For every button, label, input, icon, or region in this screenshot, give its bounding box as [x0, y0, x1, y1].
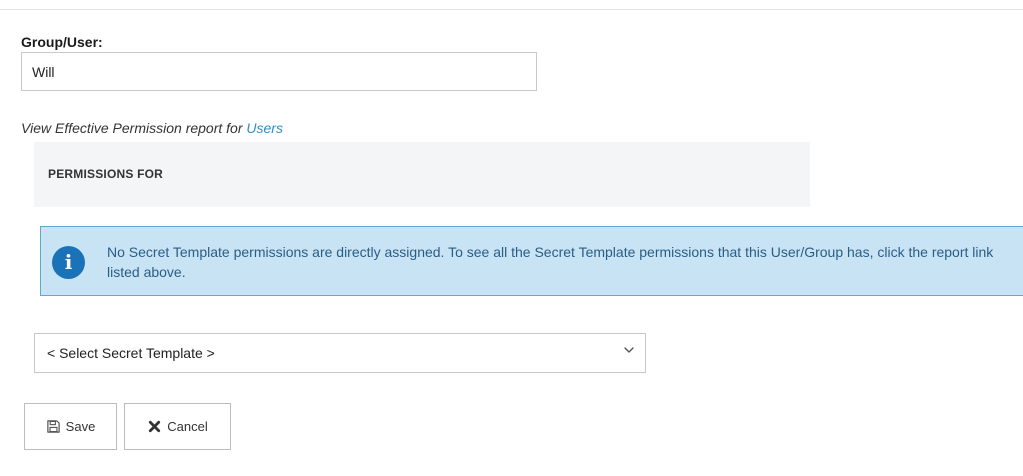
- permissions-page: Group/User: View Effective Permission re…: [0, 0, 1023, 476]
- top-divider: [0, 9, 1023, 10]
- permissions-heading: PERMISSIONS FOR: [48, 167, 164, 181]
- x-icon: [149, 420, 161, 433]
- report-prefix-text: View Effective Permission report for: [21, 120, 247, 136]
- save-button[interactable]: Save: [24, 403, 117, 450]
- cancel-button[interactable]: Cancel: [124, 403, 231, 450]
- chevron-down-icon: [624, 347, 634, 353]
- save-label: Save: [65, 419, 96, 434]
- floppy-disk-icon: [46, 420, 60, 433]
- permissions-panel: PERMISSIONS FOR: [34, 142, 810, 207]
- info-icon: i: [52, 246, 85, 279]
- cancel-label: Cancel: [167, 419, 208, 434]
- secret-template-select[interactable]: < Select Secret Template >: [34, 333, 646, 373]
- users-report-link[interactable]: Users: [246, 120, 283, 136]
- select-value: < Select Secret Template >: [47, 345, 215, 361]
- info-message: No Secret Template permissions are direc…: [107, 244, 994, 280]
- group-user-input[interactable]: [21, 52, 537, 91]
- effective-permission-line: View Effective Permission report for Use…: [21, 120, 283, 136]
- info-alert: i No Secret Template permissions are dir…: [40, 226, 1023, 296]
- group-user-label: Group/User:: [21, 34, 103, 50]
